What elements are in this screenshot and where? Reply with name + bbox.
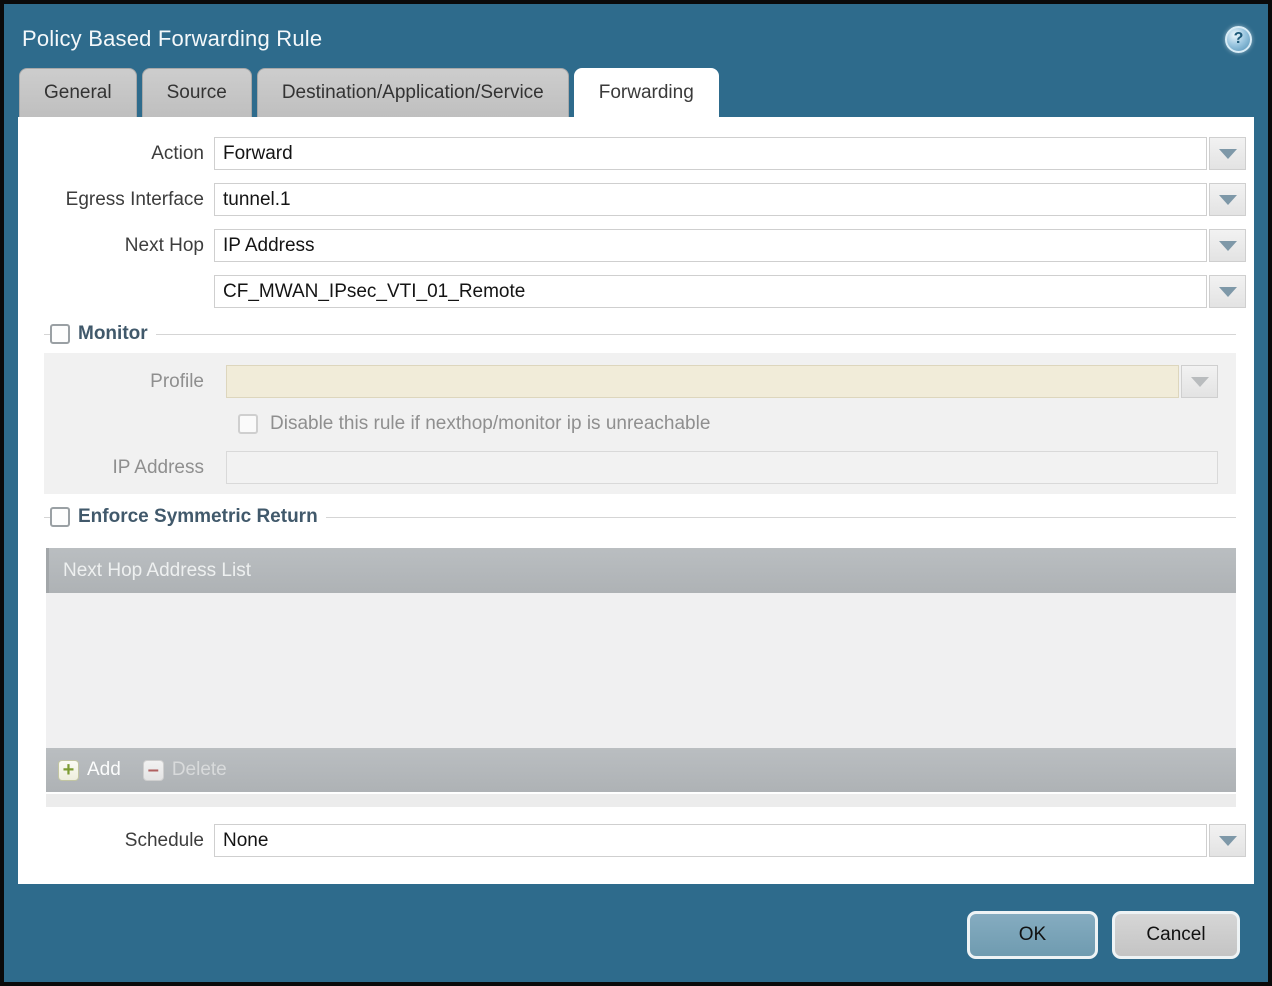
dialog-footer: OK Cancel <box>4 884 1268 959</box>
next-hop-address-list-header: Next Hop Address List <box>46 548 1236 593</box>
next-hop-address-list-toolbar: + Add – Delete <box>46 748 1236 792</box>
chevron-down-icon <box>1191 377 1209 387</box>
action-row: Action <box>18 137 1246 170</box>
help-icon[interactable]: ? <box>1225 26 1252 53</box>
add-button[interactable]: + Add <box>58 759 121 781</box>
enforce-symmetric-return-legend: Enforce Symmetric Return <box>78 506 318 528</box>
monitor-section: Monitor Profile Disable this rule if nex… <box>44 321 1236 494</box>
monitor-profile-dropdown-button <box>1181 365 1218 398</box>
next-hop-label: Next Hop <box>18 235 214 257</box>
dialog-titlebar: Policy Based Forwarding Rule ? <box>4 4 1268 68</box>
schedule-label: Schedule <box>18 830 214 852</box>
forwarding-tab-panel: Action Egress Interface Next Hop <box>18 117 1254 884</box>
next-hop-address-row <box>18 275 1246 308</box>
chevron-down-icon <box>1219 287 1237 297</box>
schedule-input[interactable] <box>214 824 1207 857</box>
disable-rule-checkbox <box>238 414 258 434</box>
next-hop-type-dropdown-button[interactable] <box>1209 229 1246 262</box>
chevron-down-icon <box>1219 836 1237 846</box>
table-bottom-strip <box>46 794 1236 807</box>
ok-button[interactable]: OK <box>967 911 1098 959</box>
schedule-dropdown-button[interactable] <box>1209 824 1246 857</box>
minus-icon: – <box>143 760 164 781</box>
delete-button-label: Delete <box>172 759 227 781</box>
schedule-row: Schedule <box>18 824 1246 857</box>
egress-interface-dropdown-button[interactable] <box>1209 183 1246 216</box>
chevron-down-icon <box>1219 195 1237 205</box>
next-hop-address-list-table: Next Hop Address List + Add – Delete <box>46 548 1236 807</box>
disable-rule-row: Disable this rule if nexthop/monitor ip … <box>238 413 1218 435</box>
monitor-ip-address-label: IP Address <box>44 457 214 479</box>
monitor-panel: Profile Disable this rule if nexthop/mon… <box>44 353 1236 494</box>
egress-interface-label: Egress Interface <box>18 189 214 211</box>
monitor-checkbox[interactable] <box>50 324 70 344</box>
monitor-profile-input <box>226 365 1179 398</box>
tab-general[interactable]: General <box>19 68 137 117</box>
next-hop-row: Next Hop <box>18 229 1246 262</box>
policy-based-forwarding-dialog: Policy Based Forwarding Rule ? General S… <box>0 0 1272 986</box>
next-hop-type-input[interactable] <box>214 229 1207 262</box>
tab-source[interactable]: Source <box>142 68 252 117</box>
disable-rule-label: Disable this rule if nexthop/monitor ip … <box>270 413 710 435</box>
next-hop-address-input[interactable] <box>214 275 1207 308</box>
add-button-label: Add <box>87 759 121 781</box>
dialog-title: Policy Based Forwarding Rule <box>22 26 322 52</box>
tab-forwarding[interactable]: Forwarding <box>574 68 719 117</box>
next-hop-address-dropdown-button[interactable] <box>1209 275 1246 308</box>
egress-interface-input[interactable] <box>214 183 1207 216</box>
monitor-profile-label: Profile <box>44 371 214 393</box>
tab-bar: General Source Destination/Application/S… <box>4 68 1268 117</box>
monitor-legend: Monitor <box>78 323 148 345</box>
next-hop-address-list-body[interactable] <box>46 593 1236 748</box>
delete-button[interactable]: – Delete <box>143 759 227 781</box>
action-label: Action <box>18 143 214 165</box>
cancel-button[interactable]: Cancel <box>1112 911 1240 959</box>
chevron-down-icon <box>1219 241 1237 251</box>
monitor-profile-row: Profile <box>44 365 1218 398</box>
enforce-symmetric-return-checkbox[interactable] <box>50 507 70 527</box>
action-dropdown-button[interactable] <box>1209 137 1246 170</box>
chevron-down-icon <box>1219 149 1237 159</box>
monitor-ip-address-row: IP Address <box>44 451 1218 484</box>
action-input[interactable] <box>214 137 1207 170</box>
egress-interface-row: Egress Interface <box>18 183 1246 216</box>
plus-icon: + <box>58 760 79 781</box>
tab-destination-application-service[interactable]: Destination/Application/Service <box>257 68 569 117</box>
enforce-symmetric-return-section: Enforce Symmetric Return Next Hop Addres… <box>44 504 1236 807</box>
monitor-ip-address-input <box>226 451 1218 484</box>
